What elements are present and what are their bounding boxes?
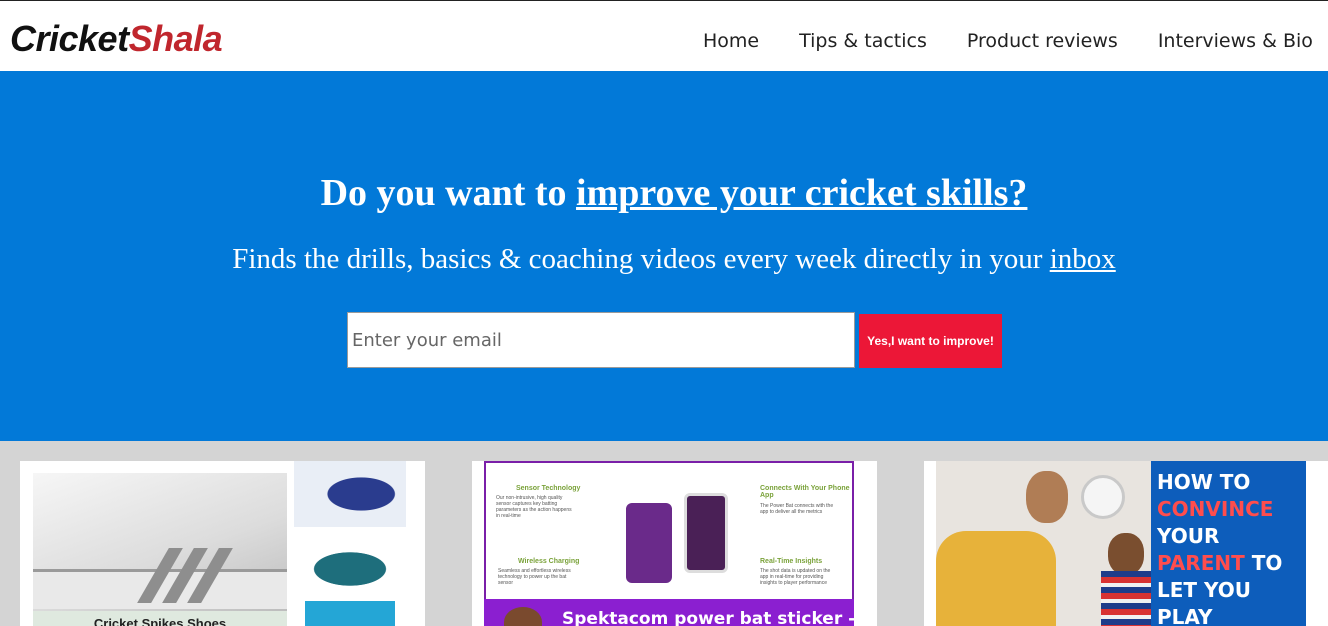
child-head (1108, 533, 1144, 575)
panel-line-white: PLAY (1157, 605, 1213, 626)
feature-text: The Power Bat connects with the app to d… (760, 503, 834, 515)
site-logo[interactable]: CricketShala (10, 15, 223, 63)
cricket-shoe-image (33, 473, 287, 623)
subscribe-button[interactable]: Yes,I want to improve! (859, 314, 1002, 368)
bat-sticker-image (626, 503, 672, 583)
parent-head (1026, 471, 1068, 523)
hero-subtitle: Finds the drills, basics & coaching vide… (0, 241, 1328, 277)
site-header: CricketShala Home Tips & tactics Product… (0, 0, 1328, 71)
panel-line: LET YOU (1157, 577, 1306, 604)
parent-figure (936, 531, 1056, 626)
hero-title-link[interactable]: improve your cricket skills? (576, 172, 1027, 214)
child-figure (1101, 571, 1151, 626)
panel-line-white: TO (1244, 551, 1283, 575)
card-banner: Spektacom power bat sticker - (484, 599, 854, 626)
card-caption: Cricket Spikes Shoes (33, 611, 287, 626)
panel-line: YOUR (1157, 523, 1306, 550)
shoe-thumbnail-1 (294, 461, 406, 527)
phone-app-image (684, 493, 728, 573)
logo-text-part1: Cricket (10, 18, 129, 59)
panel-line: PLAY (1157, 604, 1306, 626)
title-panel: HOW TO CONVINCE YOUR PARENT TO LET YOU P… (1151, 461, 1306, 626)
panel-line: HOW TO (1157, 469, 1306, 496)
nav-home[interactable]: Home (703, 27, 759, 55)
feature-text: The shot data is updated on the app in r… (760, 568, 831, 586)
panel-line-white: HOW TO (1157, 470, 1251, 494)
main-nav: Home Tips & tactics Product reviews Inte… (703, 27, 1328, 55)
nav-product-reviews[interactable]: Product reviews (967, 27, 1118, 55)
hero-title-prefix: Do you want to (320, 172, 577, 214)
article-card-cricket-shoes[interactable]: Cricket Spikes Shoes (20, 461, 425, 626)
feature-title: Connects With Your Phone App (760, 485, 850, 499)
panel-line: PARENT TO (1157, 550, 1306, 577)
hero-subtitle-prefix: Finds the drills, basics & coaching vide… (232, 243, 1050, 275)
panel-line-white: LET YOU (1157, 578, 1252, 602)
logo-text-part2: Shala (128, 18, 223, 59)
feature-title: Real-Time Insights (760, 558, 823, 565)
nav-interviews-bio[interactable]: Interviews & Bio (1158, 27, 1313, 55)
parent-child-photo (936, 461, 1151, 626)
infographic: Sensor Technology Our non-intrusive, hig… (484, 461, 854, 601)
card-banner-text: Spektacom power bat sticker - (562, 609, 854, 626)
panel-line-red: PARENT (1157, 551, 1245, 575)
shoe-thumbnail-3 (294, 601, 406, 626)
feature-text: Our non-intrusive, high quality sensor c… (496, 495, 572, 519)
panel-line-white: YOUR (1157, 524, 1220, 548)
newsletter-hero: Do you want to improve your cricket skil… (0, 71, 1328, 441)
wall-clock-shape (1081, 475, 1125, 519)
article-card-spektacom[interactable]: Sensor Technology Our non-intrusive, hig… (472, 461, 877, 626)
panel-line: CONVINCE (1157, 496, 1306, 523)
shoe-thumbnail-2 (294, 543, 406, 595)
nav-tips-tactics[interactable]: Tips & tactics (799, 27, 927, 55)
article-card-convince-parent[interactable]: HOW TO CONVINCE YOUR PARENT TO LET YOU P… (924, 461, 1328, 626)
email-input[interactable] (347, 312, 855, 368)
panel-line-red: CONVINCE (1157, 497, 1274, 521)
feature-title: Sensor Technology (516, 485, 581, 492)
hero-inbox-link[interactable]: inbox (1050, 243, 1116, 275)
feature-title: Wireless Charging (518, 558, 580, 565)
person-photo (504, 607, 542, 626)
hero-title: Do you want to improve your cricket skil… (0, 171, 1328, 215)
feature-text: Seamless and effortless wireless technol… (498, 568, 571, 586)
